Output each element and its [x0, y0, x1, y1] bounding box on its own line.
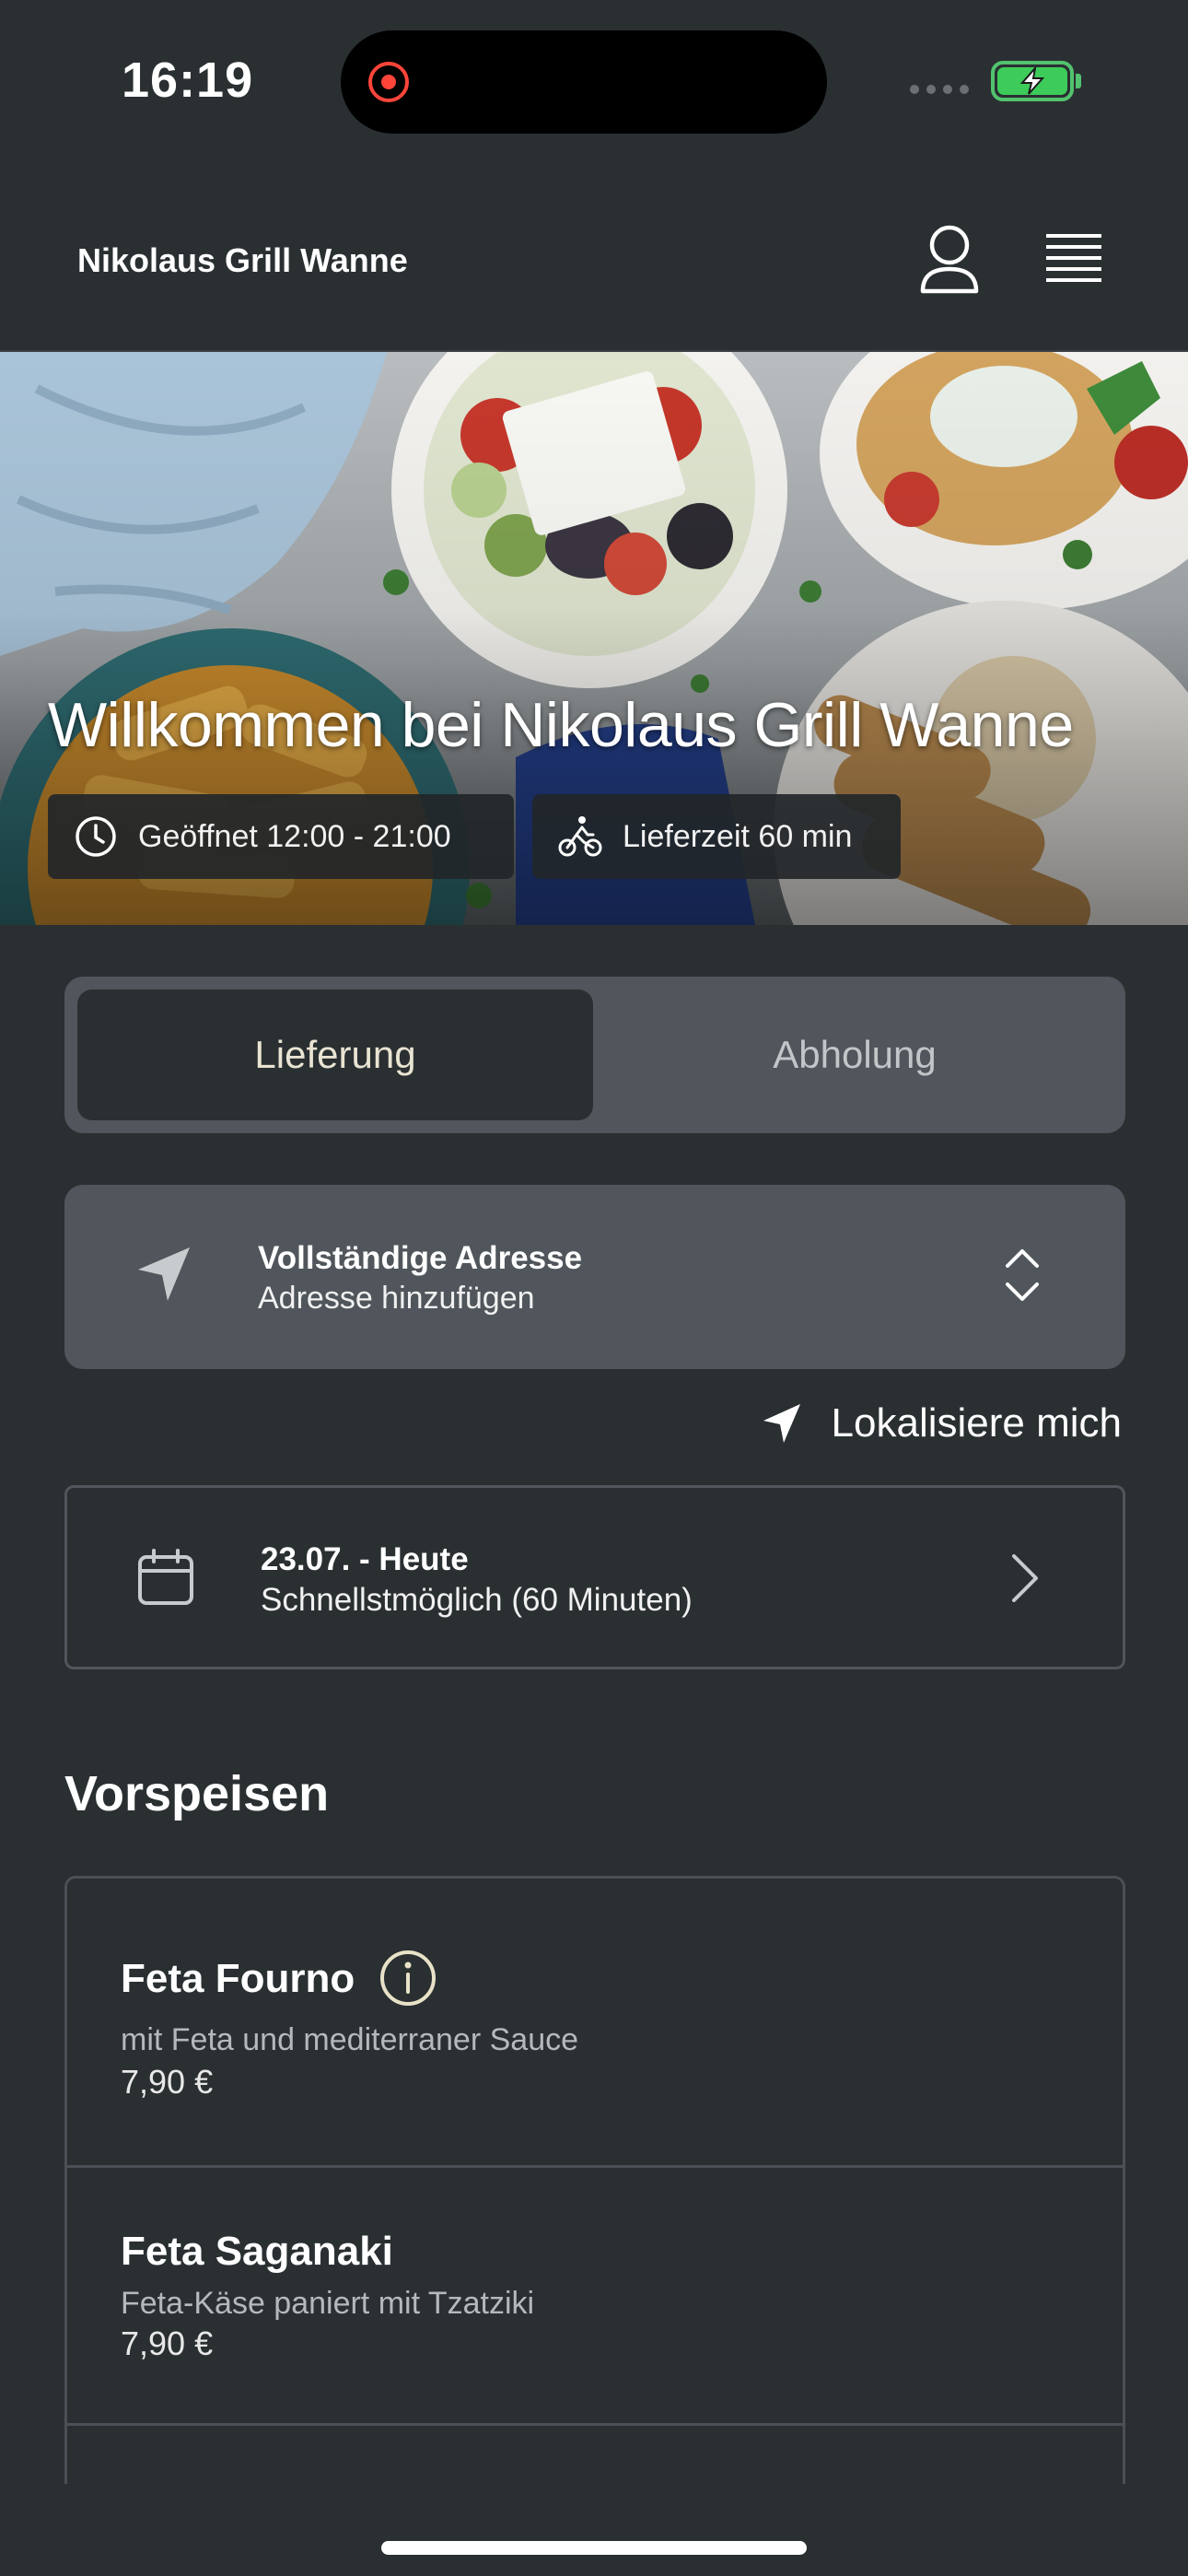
address-label: Vollständige Adresse [258, 1240, 583, 1276]
delivery-time-option: Schnellstmöglich (60 Minuten) [261, 1582, 693, 1618]
status-bar: 16:19 [0, 0, 1188, 166]
location-arrow-icon [763, 1404, 800, 1443]
item-name: Feta Saganaki [121, 2229, 393, 2274]
cyclist-icon [558, 816, 602, 857]
category-title: Vorspeisen [64, 1766, 330, 1821]
tab-pickup[interactable]: Abholung [597, 989, 1112, 1120]
chevron-right-icon [1012, 1554, 1038, 1602]
delivery-time-selector[interactable]: 23.07. - Heute Schnellstmöglich (60 Minu… [64, 1485, 1125, 1669]
chevron-up-down-icon [1006, 1249, 1039, 1301]
tab-delivery[interactable]: Lieferung [77, 989, 593, 1120]
home-indicator[interactable] [381, 2541, 807, 2555]
locate-me-label: Lokalisiere mich [831, 1400, 1122, 1446]
locate-me-button[interactable]: Lokalisiere mich [762, 1400, 1122, 1446]
item-description: Feta-Käse paniert mit Tzatziki [121, 2286, 535, 2321]
address-placeholder: Adresse hinzufügen [258, 1281, 535, 1316]
opening-hours-badge: Geöffnet 12:00 - 21:00 [48, 794, 514, 879]
user-icon [920, 225, 979, 294]
hamburger-menu-button[interactable] [1044, 230, 1103, 286]
welcome-title: Willkommen bei Nikolaus Grill Wanne [48, 690, 1074, 760]
account-button[interactable] [917, 223, 982, 297]
info-icon[interactable] [379, 1949, 437, 2008]
calendar-icon [138, 1549, 193, 1605]
menu-item[interactable]: Feta Saganaki Feta-Käse paniert mit Tzat… [67, 2168, 1123, 2426]
delivery-time-badge: Lieferzeit 60 min [532, 794, 901, 879]
app-header: Nikolaus Grill Wanne [0, 166, 1188, 352]
location-arrow-icon [138, 1247, 190, 1301]
charging-bolt-icon [1019, 67, 1045, 95]
item-price: 7,90 € [121, 2324, 214, 2362]
signal-icon [910, 85, 969, 94]
menu-item[interactable]: Feta Fourno mit Feta und mediterraner Sa… [67, 1879, 1123, 2168]
dynamic-island [341, 30, 827, 134]
battery-icon [991, 61, 1074, 101]
opening-hours-text: Geöffnet 12:00 - 21:00 [138, 818, 451, 854]
status-time: 16:19 [122, 53, 254, 108]
item-name: Feta Fourno [121, 1956, 355, 2001]
recording-icon [368, 62, 409, 102]
item-price: 7,90 € [121, 2063, 214, 2101]
menu-list: Feta Fourno mit Feta und mediterraner Sa… [64, 1876, 1125, 2484]
hamburger-icon [1046, 234, 1101, 282]
delivery-date: 23.07. - Heute [261, 1541, 469, 1577]
item-description: mit Feta und mediterraner Sauce [121, 2022, 579, 2057]
clock-icon [76, 816, 116, 857]
hero-banner: Willkommen bei Nikolaus Grill Wanne Geöf… [0, 352, 1188, 925]
restaurant-name: Nikolaus Grill Wanne [77, 241, 408, 279]
order-mode-toggle: Lieferung Abholung [64, 977, 1125, 1133]
battery-cap [1076, 74, 1081, 88]
menu-item[interactable] [67, 2426, 1123, 2484]
delivery-time-text: Lieferzeit 60 min [623, 818, 853, 854]
address-selector[interactable]: Vollständige Adresse Adresse hinzufügen [64, 1185, 1125, 1369]
